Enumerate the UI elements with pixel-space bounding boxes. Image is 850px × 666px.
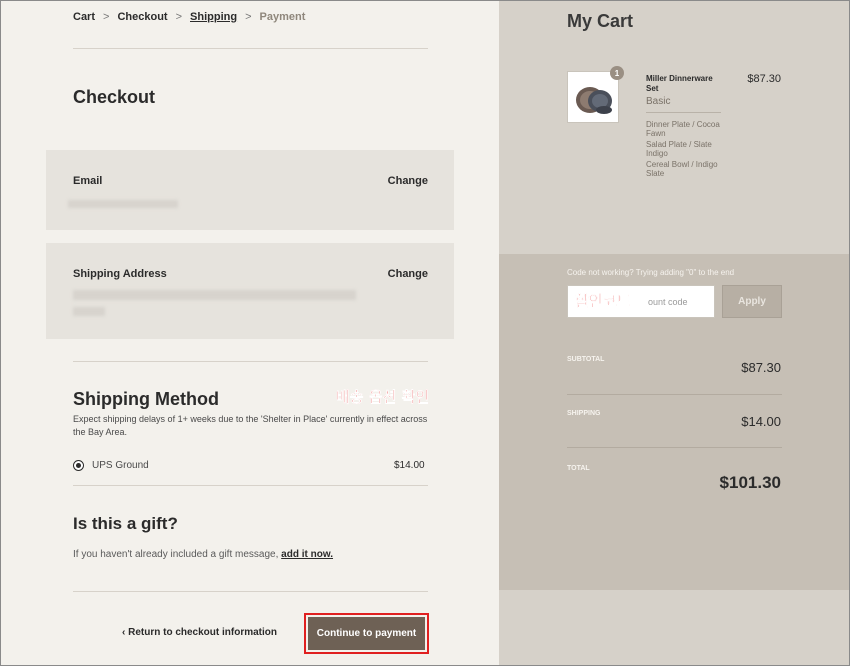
breadcrumb-separator: > bbox=[175, 11, 183, 23]
breadcrumb-cart[interactable]: Cart bbox=[73, 11, 95, 23]
subtotal-value: $87.30 bbox=[741, 360, 781, 375]
shipping-delay-note: Expect shipping delays of 1+ weeks due t… bbox=[73, 414, 428, 437]
continue-to-payment-button[interactable]: Continue to payment bbox=[308, 617, 425, 650]
discount-code-hint: Code not working? Trying adding "0" to t… bbox=[567, 268, 735, 277]
product-price: $87.30 bbox=[747, 73, 781, 85]
change-email-link[interactable]: Change bbox=[388, 175, 428, 187]
divider bbox=[73, 48, 428, 49]
shipping-option-label[interactable]: UPS Ground bbox=[92, 460, 149, 471]
address-line-redacted bbox=[73, 290, 356, 300]
shipping-label: SHIPPING bbox=[567, 410, 601, 417]
product-name[interactable]: Miller Dinnerware Set bbox=[646, 74, 724, 94]
divider bbox=[567, 447, 782, 448]
divider bbox=[567, 394, 782, 395]
address-line-redacted bbox=[73, 307, 105, 316]
dinnerware-image bbox=[568, 72, 618, 122]
product-variant: Basic bbox=[646, 96, 671, 107]
gift-message-prompt: If you haven't already included a gift m… bbox=[73, 549, 279, 560]
breadcrumb-payment: Payment bbox=[259, 11, 306, 23]
shipping-method-title: Shipping Method bbox=[73, 389, 219, 409]
page-title: Checkout bbox=[73, 87, 156, 107]
total-label: TOTAL bbox=[567, 465, 590, 472]
gift-message-text: If you haven't already included a gift m… bbox=[73, 549, 333, 560]
breadcrumb-checkout[interactable]: Checkout bbox=[117, 11, 167, 23]
return-to-checkout-link[interactable]: ‹ Return to checkout information bbox=[122, 627, 277, 638]
checkout-panel: Cart > Checkout > Shipping > Payment Che… bbox=[1, 1, 499, 665]
divider bbox=[73, 591, 428, 592]
shipping-address-label: Shipping Address bbox=[73, 268, 167, 280]
quantity-badge: 1 bbox=[610, 66, 624, 80]
ups-ground-radio[interactable] bbox=[73, 460, 84, 471]
email-label: Email bbox=[73, 175, 103, 187]
breadcrumb-separator: > bbox=[245, 11, 252, 23]
continue-button-highlight: Continue to payment bbox=[304, 613, 429, 654]
gift-title: Is this a gift? bbox=[73, 514, 178, 533]
discount-code-placeholder: ount code bbox=[648, 296, 688, 307]
checkout-page: Cart > Checkout > Shipping > Payment Che… bbox=[0, 0, 850, 666]
breadcrumb: Cart > Checkout > Shipping > Payment bbox=[73, 11, 305, 23]
breadcrumb-shipping: Shipping bbox=[190, 11, 238, 23]
product-option: Cereal Bowl / Indigo Slate bbox=[646, 160, 718, 178]
breadcrumb-separator: > bbox=[103, 11, 110, 23]
divider bbox=[73, 361, 428, 362]
annotation-discount: 할인코드 bbox=[575, 292, 631, 310]
product-image bbox=[567, 71, 619, 123]
total-value: $101.30 bbox=[719, 473, 781, 492]
annotation-shipping: 배송 옵션 확인 bbox=[336, 388, 430, 406]
divider bbox=[73, 485, 428, 486]
product-divider bbox=[646, 112, 721, 113]
email-value-redacted bbox=[68, 200, 178, 208]
cart-title: My Cart bbox=[567, 11, 634, 31]
add-gift-message-link[interactable]: add it now. bbox=[281, 549, 333, 560]
cart-footer-section bbox=[499, 590, 849, 665]
shipping-option-price: $14.00 bbox=[394, 460, 425, 471]
product-option: Salad Plate / Slate Indigo bbox=[646, 140, 712, 158]
change-address-link[interactable]: Change bbox=[388, 268, 428, 280]
subtotal-label: SUBTOTAL bbox=[567, 356, 605, 363]
return-link-label: Return to checkout information bbox=[128, 627, 278, 638]
product-option: Dinner Plate / Cocoa Fawn bbox=[646, 120, 720, 138]
cart-panel: My Cart 1 Miller Dinnerware Set $87.30 B… bbox=[499, 1, 849, 665]
email-card: Email Change bbox=[46, 150, 454, 230]
shipping-value: $14.00 bbox=[741, 414, 781, 429]
shipping-address-card: Shipping Address Change bbox=[46, 243, 454, 339]
apply-code-button[interactable]: Apply bbox=[722, 285, 782, 318]
